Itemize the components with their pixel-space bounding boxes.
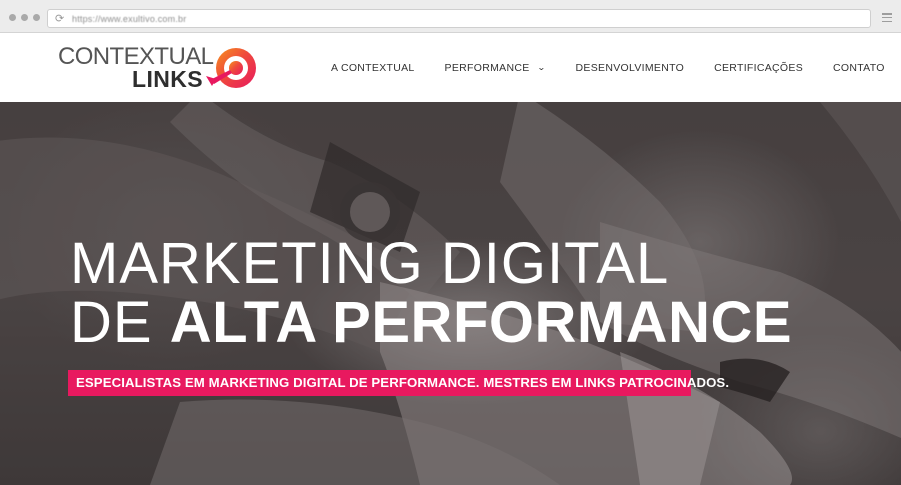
nav-item-certificacoes[interactable]: CERTIFICAÇÕES xyxy=(714,62,803,74)
window-minimize-dot[interactable] xyxy=(21,14,28,21)
nav-item-label: CERTIFICAÇÕES xyxy=(714,61,803,74)
address-bar[interactable]: ⟳ https://www.exultivo.com.br xyxy=(47,9,871,28)
nav-item-label: A CONTEXTUAL xyxy=(331,61,415,74)
nav-item-label: DESENVOLVIMENTO xyxy=(575,61,685,74)
window-close-dot[interactable] xyxy=(9,14,16,21)
window-controls xyxy=(9,14,40,21)
nav-item-label: PERFORMANCE xyxy=(444,61,530,74)
nav-item-label: CONTATO xyxy=(833,61,885,74)
address-bar-url[interactable]: https://www.exultivo.com.br xyxy=(72,12,186,26)
hero-banner: MARKETING DIGITAL DE ALTA PERFORMANCE ES… xyxy=(0,102,901,485)
nav-item-performance[interactable]: PERFORMANCE ⌄ xyxy=(444,61,546,74)
reload-icon[interactable]: ⟳ xyxy=(55,12,64,26)
hamburger-menu-icon[interactable] xyxy=(882,13,892,22)
nav-item-contato[interactable]: CONTATO xyxy=(833,62,885,74)
hero-title-light: DE xyxy=(70,290,153,355)
hero-title-line1: MARKETING DIGITAL xyxy=(70,231,670,296)
target-arrow-icon xyxy=(206,48,256,88)
site-logo[interactable]: CONTEXTUAL LINKS xyxy=(58,44,263,92)
chevron-down-icon: ⌄ xyxy=(536,63,546,72)
window-maximize-dot[interactable] xyxy=(33,14,40,21)
nav-item-desenvolvimento[interactable]: DESENVOLVIMENTO xyxy=(576,62,685,74)
browser-chrome: ⟳ https://www.exultivo.com.br xyxy=(0,0,901,33)
main-navigation: A CONTEXTUAL PERFORMANCE ⌄ DESENVOLVIMEN… xyxy=(331,33,885,102)
logo-text-links: LINKS xyxy=(132,66,203,92)
nav-item-a-contextual[interactable]: A CONTEXTUAL xyxy=(331,62,415,74)
hero-title-bold: ALTA PERFORMANCE xyxy=(169,290,793,355)
hero-tagline: ESPECIALISTAS EM MARKETING DIGITAL DE PE… xyxy=(68,370,729,396)
site-header: CONTEXTUAL LINKS A CONTEXTUAL PERFORMANC… xyxy=(0,33,901,102)
hero-title-line2: DE ALTA PERFORMANCE xyxy=(70,292,792,354)
